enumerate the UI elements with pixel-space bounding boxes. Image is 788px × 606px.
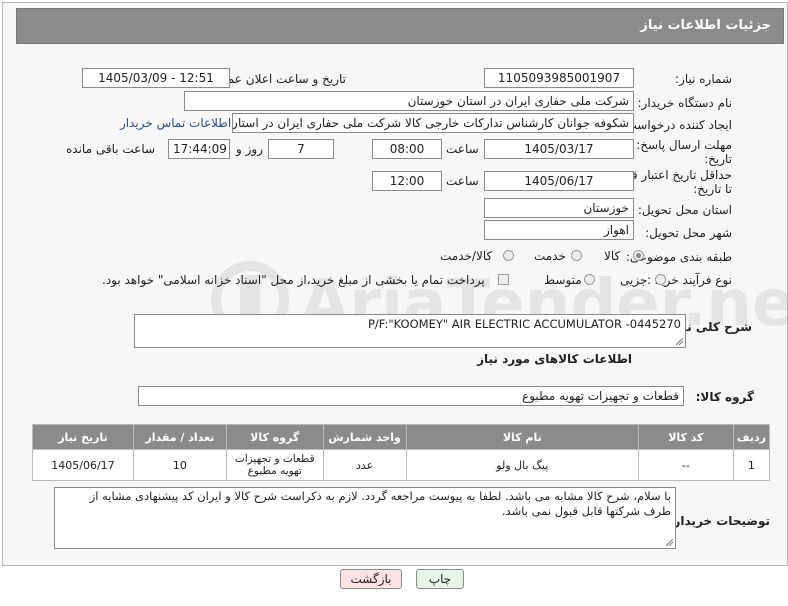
cell-quantity: 10	[132, 449, 227, 481]
col-header-date: تاریخ نیاز	[32, 424, 134, 450]
buyer-contact-link[interactable]: اطلاعات تماس خریدار	[120, 116, 231, 130]
need-number-field: 1105093985001907	[484, 68, 634, 88]
summary-text: P/F:"KOOMEY" AIR ELECTRIC ACCUMULATOR -0…	[367, 317, 681, 331]
remaining-word: ساعت باقی مانده	[66, 142, 156, 156]
need-number-label: شماره نیاز:	[675, 72, 732, 86]
buyer-notes-text: با سلام، شرح کالا مشابه می باشد. لطفا به…	[89, 489, 671, 518]
category-radio-goods-service[interactable]	[503, 250, 514, 261]
panel-header: جزئیات اطلاعات نیاز	[16, 8, 784, 44]
buyer-notes-field: با سلام، شرح کالا مشابه می باشد. لطفا به…	[54, 487, 676, 549]
deadline-date-field: 1405/03/17	[484, 139, 634, 159]
col-header-group: گروه کالا	[225, 424, 324, 450]
price-validity-label-line2: تا تاریخ:	[693, 182, 732, 196]
province-field: خوزستان	[484, 198, 634, 218]
cell-row: 1	[732, 449, 771, 481]
treasury-payment-note: پرداخت تمام یا بخشی از مبلغ خرید،از محل …	[102, 273, 485, 287]
cell-code: --	[637, 449, 734, 481]
print-button[interactable]: چاپ	[416, 569, 464, 589]
price-time-word: ساعت	[446, 174, 479, 188]
resize-grip-icon[interactable]	[666, 539, 673, 546]
treasury-payment-checkbox[interactable]	[498, 274, 509, 285]
buyer-org-label: نام دستگاه خریدار:	[637, 96, 733, 110]
back-button[interactable]: بازگشت	[340, 569, 402, 589]
col-header-name: نام کالا	[405, 424, 639, 450]
deadline-label-line1: مهلت ارسال پاسخ: تا	[625, 138, 732, 152]
city-label: شهر محل تحویل:	[645, 226, 732, 240]
col-header-quantity: تعداد / مقدار	[132, 424, 227, 450]
col-header-row: ردیف	[732, 424, 771, 450]
category-option-goods: کالا	[604, 249, 621, 263]
col-header-code: کد کالا	[637, 424, 734, 450]
city-field: اهواز	[484, 220, 634, 240]
remaining-time-field: 17:44:09	[168, 139, 230, 159]
price-validity-date-field: 1405/06/17	[484, 171, 634, 191]
items-table-header: ردیف کد کالا نام کالا واحد شمارش گروه کا…	[32, 424, 771, 450]
deadline-label-line2: تاریخ:	[704, 152, 732, 166]
summary-field: P/F:"KOOMEY" AIR ELECTRIC ACCUMULATOR -0…	[134, 314, 686, 348]
process-radio-medium[interactable]	[584, 274, 595, 285]
requester-label: ایجاد کننده درخواست:	[621, 118, 732, 132]
col-header-unit: واحد شمارش	[322, 424, 407, 450]
price-validity-time-field: 12:00	[372, 171, 442, 191]
category-radio-service[interactable]	[571, 250, 582, 261]
cell-date: 1405/06/17	[32, 449, 134, 481]
goods-info-title: اطلاعات کالاهای مورد نیاز	[477, 352, 632, 366]
province-label: استان محل تحویل:	[637, 203, 732, 217]
deadline-time-word: ساعت	[446, 142, 479, 156]
cell-group: قطعات و تجهیزات تهویه مطبوع	[225, 449, 324, 481]
table-row: 1 -- پیگ بال ولو عدد قطعات و تجهیزات تهو…	[32, 449, 771, 481]
category-option-service: خدمت	[534, 249, 566, 263]
goods-group-field: قطعات و تجهیزات تهویه مطبوع	[138, 386, 684, 406]
requester-field: شکوفه جوانان کارشناس تداركات خارجی کالا …	[232, 113, 634, 133]
items-table: ردیف کد کالا نام کالا واحد شمارش گروه کا…	[32, 424, 771, 481]
panel-title: جزئیات اطلاعات نیاز	[640, 18, 771, 33]
buyer-org-field: شرکت ملی حفاری ایران در استان خوزستان	[184, 91, 634, 111]
process-radio-minor[interactable]	[655, 274, 666, 285]
process-option-minor: جزیی	[620, 273, 648, 287]
days-word: روز و	[236, 142, 263, 156]
category-option-goods-service: کالا/خدمت	[440, 249, 493, 263]
days-remaining-field: 7	[268, 139, 334, 159]
resize-grip-icon[interactable]	[676, 338, 683, 345]
deadline-time-field: 08:00	[372, 139, 442, 159]
announce-datetime-field: 1405/03/09 - 12:51	[82, 68, 230, 88]
category-radio-goods[interactable]	[633, 250, 644, 261]
goods-group-label: گروه کالا:	[695, 390, 754, 404]
cell-name: پیگ بال ولو	[405, 449, 639, 481]
cell-unit: عدد	[322, 449, 407, 481]
process-option-medium: متوسط	[544, 273, 582, 287]
buyer-notes-label: توضیحات خریدار:	[668, 514, 770, 528]
